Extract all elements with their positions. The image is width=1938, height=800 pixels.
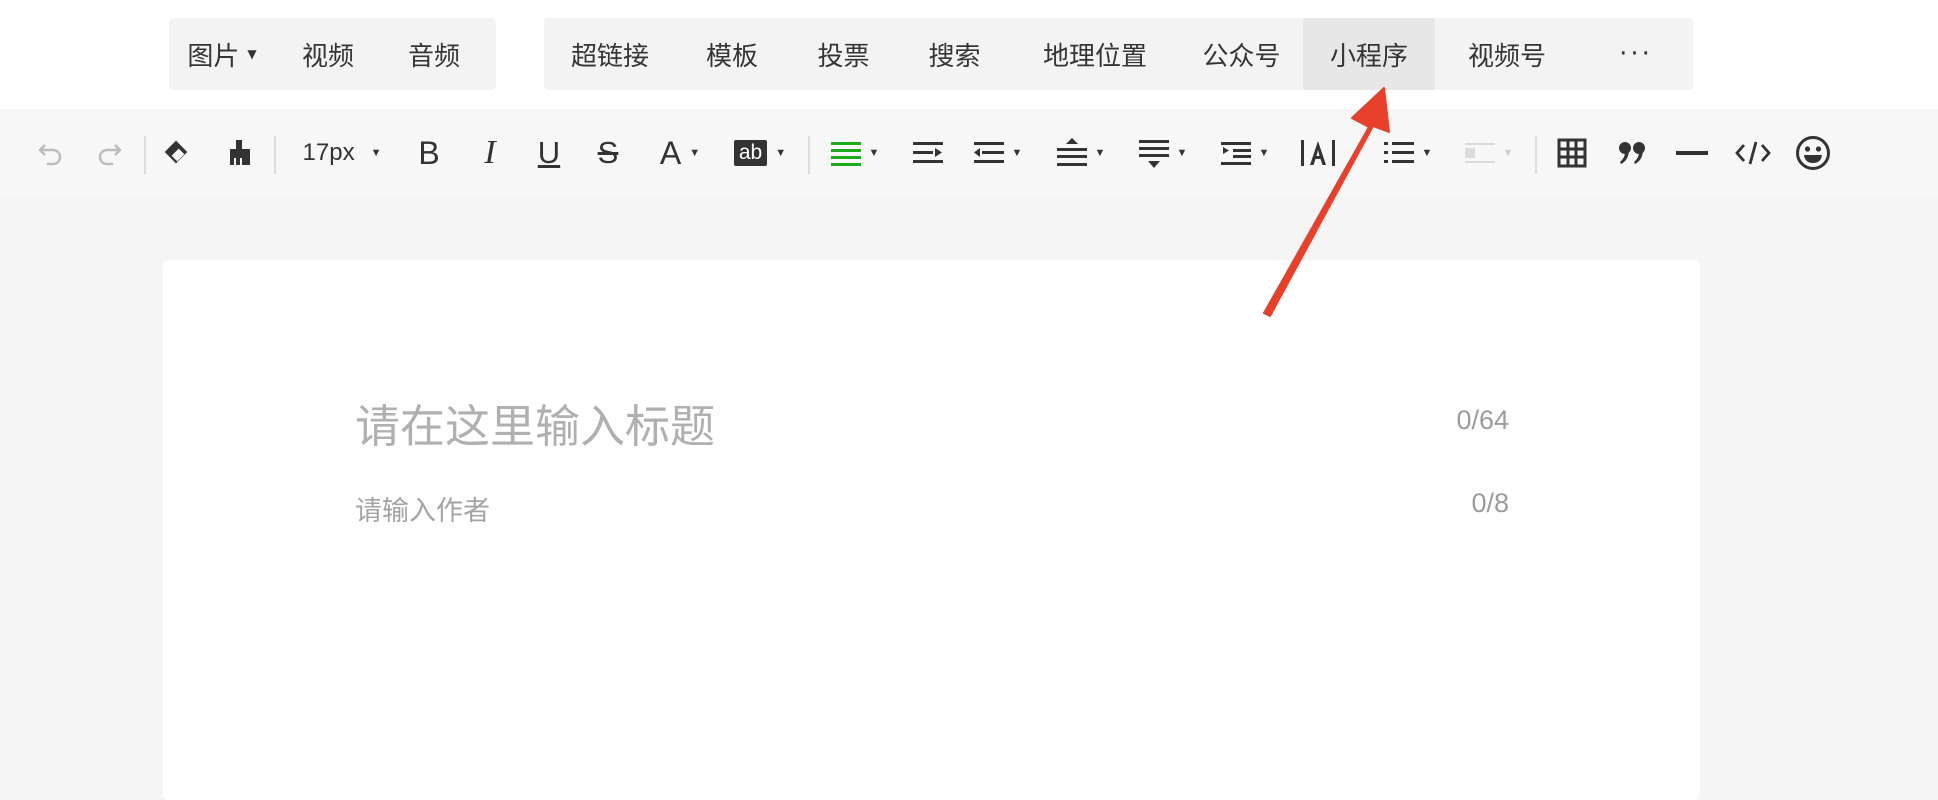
indent-button[interactable]: ▼ — [969, 129, 1027, 177]
divider-button[interactable] — [1672, 129, 1712, 177]
bold-button[interactable]: B — [411, 129, 447, 177]
insert-channels-label: 视频号 — [1467, 41, 1546, 72]
insert-table-button[interactable] — [1552, 129, 1592, 177]
chevron-down-icon: ▼ — [689, 147, 701, 159]
media-insert-group: 图片 ▼ 视频 音频 — [169, 18, 496, 90]
insert-menu-bar: 图片 ▼ 视频 音频 超链接 模板 投票 搜索 地理位置 公众号 小程序 视频号 … — [0, 0, 1938, 109]
underline-button[interactable]: U — [531, 129, 567, 177]
chevron-down-icon: ▼ — [1011, 147, 1023, 159]
redo-button[interactable] — [90, 129, 130, 177]
italic-icon: I — [484, 134, 496, 171]
redo-icon — [98, 144, 122, 166]
both-indent-button[interactable]: ▼ — [1216, 129, 1274, 177]
italic-button[interactable]: I — [472, 129, 508, 177]
toolbar-divider — [1535, 136, 1537, 174]
chevron-down-icon: ▼ — [370, 147, 382, 159]
align-center-icon — [973, 142, 1004, 163]
insert-audio-label: 音频 — [407, 41, 460, 72]
underline-icon: U — [537, 135, 561, 170]
background-color-button[interactable]: ab ▼ — [730, 129, 790, 177]
insert-search-tab[interactable]: 搜索 — [899, 18, 1010, 90]
paragraph-spacing-button[interactable]: ▼ — [1134, 129, 1192, 177]
indent-icon — [1220, 142, 1251, 165]
line-height-icon — [1056, 138, 1087, 166]
code-icon — [1735, 141, 1771, 165]
image-align-icon — [1464, 143, 1495, 163]
article-title-input[interactable]: 请在这里输入标题 — [355, 390, 715, 455]
code-button[interactable] — [1733, 129, 1773, 177]
letter-spacing-icon — [1301, 140, 1335, 166]
insert-video-label: 视频 — [301, 41, 354, 72]
paragraph-spacing-icon — [1138, 140, 1169, 168]
list-button[interactable]: ▼ — [1378, 129, 1438, 177]
emoji-button[interactable] — [1793, 129, 1833, 177]
insert-search-label: 搜索 — [928, 41, 981, 72]
indent-right-icon — [913, 142, 943, 163]
insert-vote-label: 投票 — [817, 41, 870, 72]
strikethrough-icon: S — [597, 135, 619, 170]
chevron-down-icon: ▼ — [1421, 147, 1433, 159]
emoji-icon — [1796, 136, 1830, 170]
insert-hyperlink-label: 超链接 — [570, 41, 649, 72]
undo-button[interactable] — [30, 129, 70, 177]
font-size-select[interactable]: 17px ▼ — [296, 129, 388, 177]
toolbar-divider — [274, 136, 276, 174]
insert-channels-tab[interactable]: 视频号 — [1435, 18, 1579, 90]
list-icon — [1383, 142, 1414, 163]
format-painter-icon — [230, 140, 250, 165]
divider-icon — [1676, 151, 1708, 155]
font-color-button[interactable]: A ▼ — [652, 129, 708, 177]
quote-icon — [1619, 142, 1645, 164]
letter-spacing-button[interactable] — [1296, 129, 1340, 177]
chevron-down-icon: ▼ — [1502, 147, 1514, 159]
insert-location-tab[interactable]: 地理位置 — [1010, 18, 1180, 90]
highlight-icon: ab — [733, 140, 768, 166]
author-input[interactable]: 请输入作者 — [355, 489, 490, 528]
format-toolbar: 17px ▼ B I U S A ▼ ab ▼ ▼ ▼ ▼ ▼ ▼ ▼ ▼ — [0, 109, 1938, 197]
clear-format-button[interactable] — [158, 129, 198, 177]
table-icon — [1557, 138, 1587, 168]
font-color-icon: A — [659, 134, 682, 171]
insert-official-account-tab[interactable]: 公众号 — [1180, 18, 1303, 90]
chevron-down-icon: ▼ — [1176, 147, 1188, 159]
insert-official-account-label: 公众号 — [1202, 41, 1281, 72]
strikethrough-button[interactable]: S — [590, 129, 626, 177]
content-insert-group: 超链接 模板 投票 搜索 地理位置 公众号 小程序 视频号 ··· — [544, 18, 1693, 90]
more-icon: ··· — [1619, 39, 1653, 69]
editor-card — [163, 260, 1700, 800]
insert-template-tab[interactable]: 模板 — [676, 18, 788, 90]
chevron-down-icon: ▼ — [247, 47, 257, 61]
format-painter-button[interactable] — [220, 129, 260, 177]
first-line-indent-button[interactable] — [910, 129, 946, 177]
image-align-button[interactable]: ▼ — [1460, 129, 1518, 177]
align-left-icon — [830, 142, 861, 166]
insert-mini-program-tab[interactable]: 小程序 — [1303, 18, 1435, 90]
quote-button[interactable] — [1612, 129, 1652, 177]
insert-image-tab[interactable]: 图片 ▼ — [169, 18, 275, 90]
insert-mini-program-label: 小程序 — [1329, 41, 1408, 72]
insert-audio-tab[interactable]: 音频 — [381, 18, 487, 90]
bold-icon: B — [418, 134, 440, 171]
line-height-button[interactable]: ▼ — [1052, 129, 1110, 177]
insert-hyperlink-tab[interactable]: 超链接 — [544, 18, 676, 90]
chevron-down-icon: ▼ — [868, 147, 880, 159]
undo-icon — [38, 144, 62, 166]
author-char-count: 0/8 — [1471, 488, 1509, 518]
chevron-down-icon: ▼ — [1258, 147, 1270, 159]
chevron-down-icon: ▼ — [775, 147, 787, 159]
eraser-icon — [164, 140, 188, 164]
font-size-value: 17px — [302, 139, 355, 166]
insert-vote-tab[interactable]: 投票 — [788, 18, 899, 90]
insert-location-label: 地理位置 — [1042, 41, 1147, 72]
toolbar-divider — [144, 136, 146, 174]
chevron-down-icon: ▼ — [1094, 147, 1106, 159]
more-options-button[interactable]: ··· — [1579, 18, 1693, 90]
insert-template-label: 模板 — [705, 41, 758, 72]
insert-video-tab[interactable]: 视频 — [275, 18, 381, 90]
toolbar-divider — [808, 136, 810, 174]
insert-image-label: 图片 — [187, 41, 240, 72]
title-char-count: 0/64 — [1456, 405, 1509, 435]
align-button[interactable]: ▼ — [826, 129, 884, 177]
